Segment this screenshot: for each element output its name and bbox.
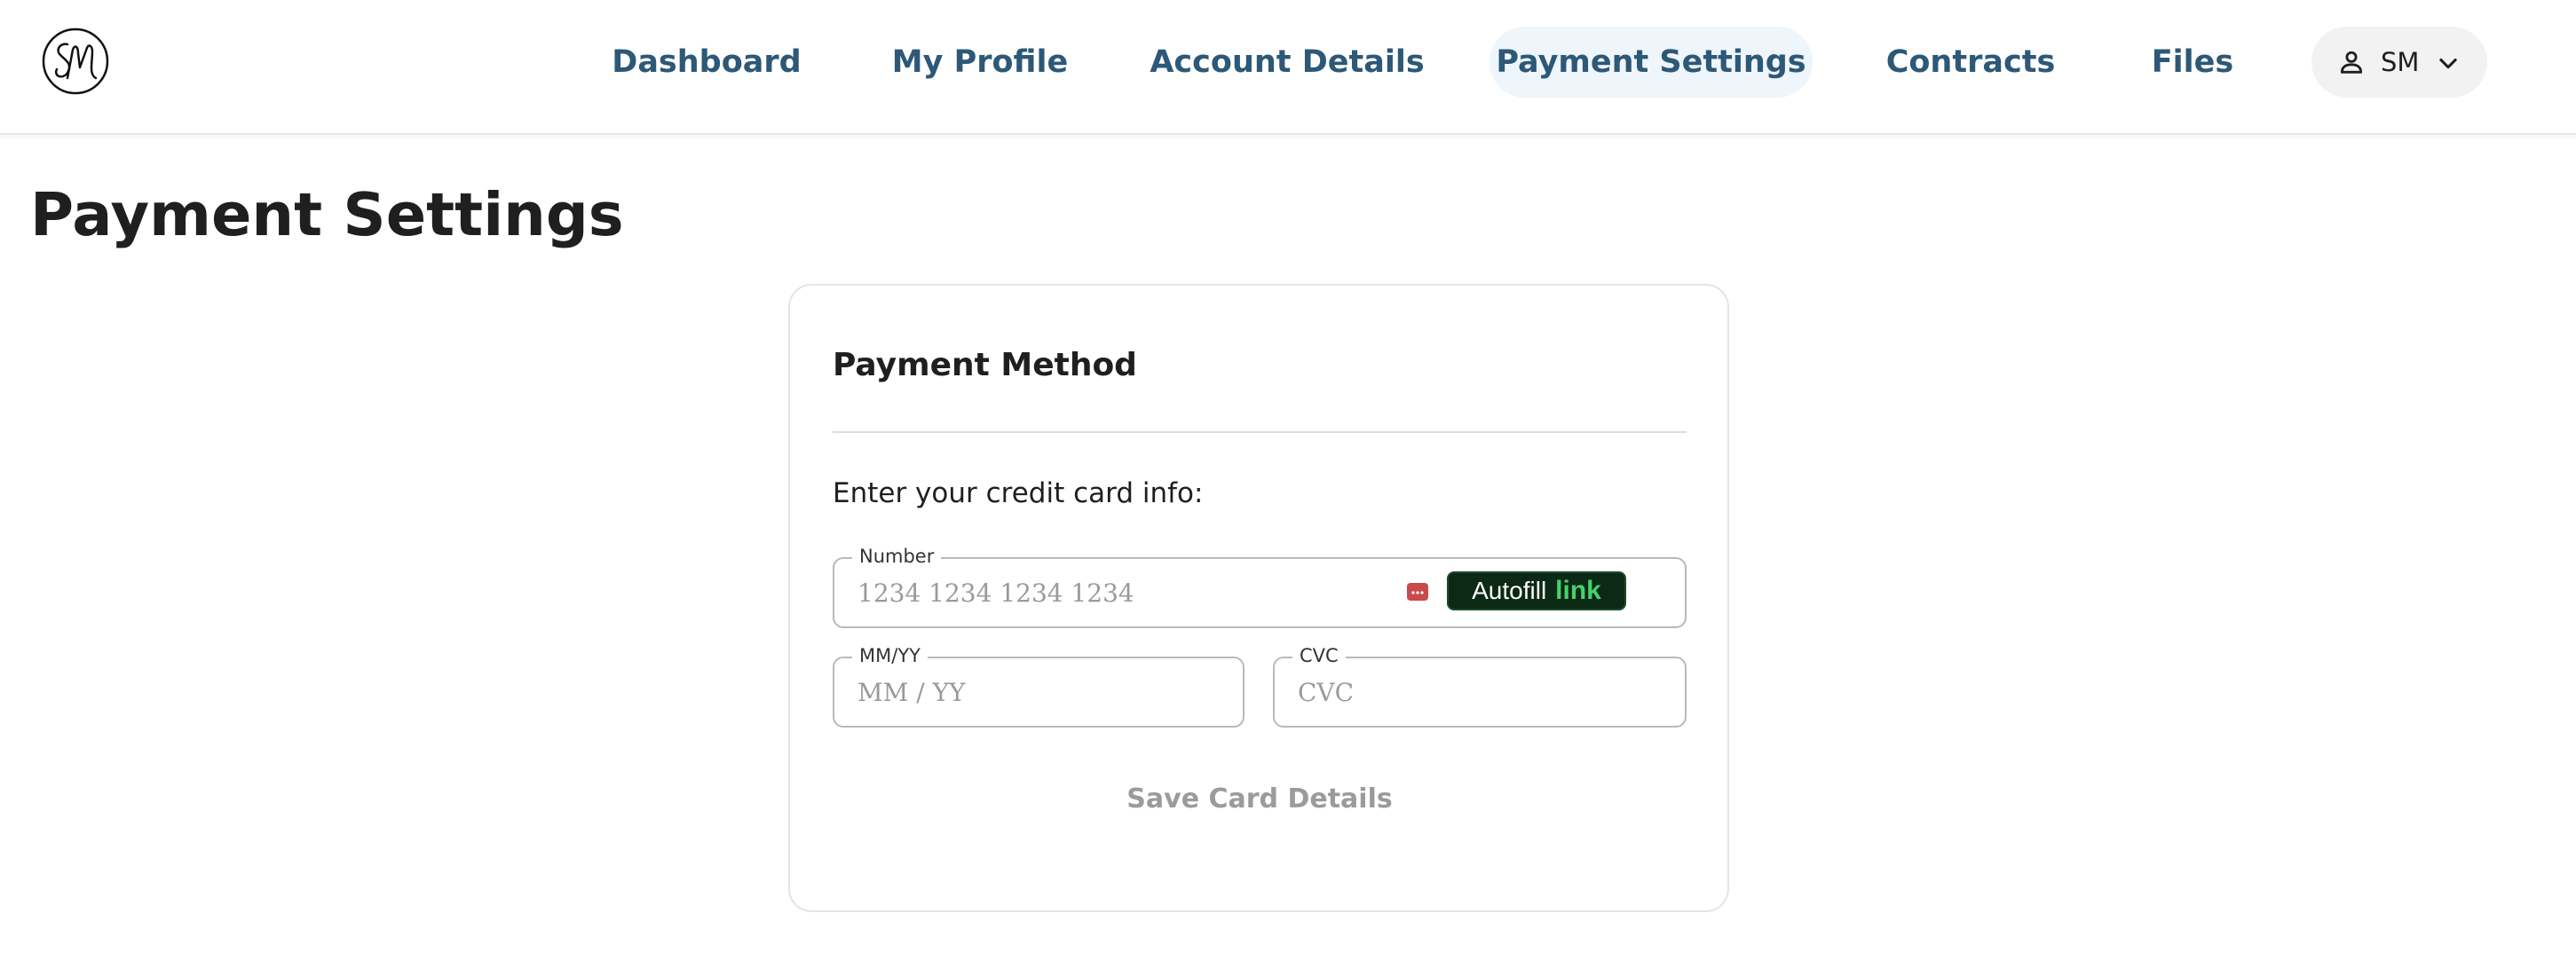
card-divider (833, 431, 1687, 433)
credit-card-icon (1407, 583, 1428, 601)
cvc-input[interactable] (1298, 658, 1662, 726)
person-icon (2340, 51, 2363, 74)
nav-dashboard[interactable]: Dashboard (600, 27, 813, 98)
nav-my-profile[interactable]: My Profile (875, 27, 1085, 98)
nav-files[interactable]: Files (2127, 27, 2258, 98)
sm-monogram-logo-icon[interactable] (41, 27, 110, 96)
card-number-input[interactable] (857, 559, 1390, 626)
top-navigation-bar: Dashboard My Profile Account Details Pay… (0, 0, 2576, 135)
autofill-link-button[interactable]: Autofill link (1447, 571, 1626, 610)
nav-payment-settings[interactable]: Payment Settings (1489, 27, 1813, 98)
nav-contracts[interactable]: Contracts (1878, 27, 2063, 98)
page-title: Payment Settings (30, 180, 624, 249)
card-heading: Payment Method (833, 347, 1137, 383)
cvc-field: CVC (1273, 644, 1687, 728)
chevron-down-icon (2439, 58, 2457, 69)
expiry-field: MM/YY (833, 644, 1245, 728)
expiry-input[interactable] (857, 658, 1221, 726)
payment-method-card: Payment Method Enter your credit card in… (788, 284, 1729, 912)
save-card-details-button[interactable]: Save Card Details (833, 772, 1687, 825)
autofill-label: Autofill (1472, 577, 1547, 604)
card-number-field: Number Autofill link (833, 545, 1687, 628)
link-brand-label: link (1555, 576, 1601, 605)
card-instructions: Enter your credit card info: (833, 477, 1204, 509)
user-menu-button[interactable]: SM (2311, 27, 2487, 98)
nav-account-details[interactable]: Account Details (1149, 27, 1426, 98)
user-initials: SM (2381, 47, 2420, 77)
